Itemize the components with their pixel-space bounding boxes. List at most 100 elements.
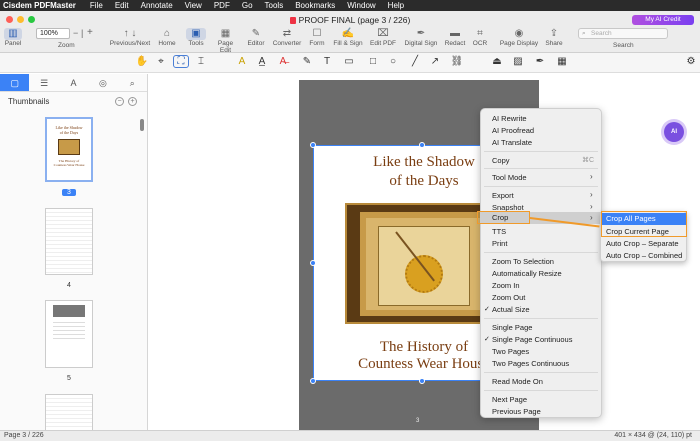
share-button[interactable]: ⇪ Share <box>545 28 563 47</box>
page-display-button[interactable]: ◉ Page Display <box>499 28 539 47</box>
menu-window[interactable]: Window <box>347 1 375 10</box>
pdf-file-icon <box>289 17 296 24</box>
thumbnail-zoom-in-icon[interactable]: + <box>128 97 137 106</box>
image-icon[interactable]: ▨ <box>511 56 525 67</box>
thumbnails-header: Thumbnails − + <box>0 92 147 112</box>
selection-handle-bottom-left[interactable] <box>310 378 316 384</box>
search-input[interactable]: Search <box>578 28 668 39</box>
menu-item-copy[interactable]: Copy <box>492 156 510 165</box>
arrow-icon[interactable]: ↗ <box>428 56 442 67</box>
selection-handle-left[interactable] <box>310 260 316 266</box>
editor-button[interactable]: ✎ Editor <box>246 28 266 47</box>
submenu-chevron-icon: › <box>590 172 593 181</box>
annotations-tab-icon[interactable]: A <box>59 74 88 91</box>
thumbnail-page-5[interactable] <box>45 300 93 368</box>
crop-options-callout <box>601 211 687 237</box>
menu-item-single-page[interactable]: Single Page <box>492 323 532 332</box>
ai-assistant-button[interactable]: AI <box>664 122 684 142</box>
selection-handle-bottom[interactable] <box>419 378 425 384</box>
menu-item-single-page-continuous[interactable]: Single Page Continuous <box>492 335 572 344</box>
digital-sign-button[interactable]: ✒ Digital Sign <box>403 28 439 47</box>
menu-item-ai-rewrite[interactable]: AI Rewrite <box>492 114 527 123</box>
home-button[interactable]: ⌂ Home <box>157 28 177 47</box>
zoom-in-icon[interactable]: + <box>87 27 93 38</box>
menu-annotate[interactable]: Annotate <box>141 1 173 10</box>
menu-item-previous-page[interactable]: Previous Page <box>492 407 541 416</box>
link-icon[interactable]: ⛓ <box>450 56 464 67</box>
underline-icon[interactable]: A̲ <box>255 56 269 67</box>
selection-handle-top[interactable] <box>419 142 425 148</box>
submenu-item-auto-crop-combined[interactable]: Auto Crop – Combined <box>606 251 682 260</box>
copy-shortcut: ⌘C <box>582 157 595 164</box>
rectangle-icon[interactable]: □ <box>366 56 380 67</box>
text-select-icon[interactable]: ⌶ <box>194 56 208 67</box>
menu-pdf[interactable]: PDF <box>214 1 230 10</box>
menu-bookmarks[interactable]: Bookmarks <box>295 1 335 10</box>
outline-tab-icon[interactable]: ☰ <box>29 74 58 91</box>
up-down-arrows-icon: ↑ ↓ <box>123 28 137 39</box>
panel-button[interactable]: ▥ Panel <box>4 28 22 47</box>
highlight-icon[interactable]: A <box>235 56 249 67</box>
search-tab-icon[interactable]: ⌕ <box>118 74 147 91</box>
settings-gear-icon[interactable]: ⚙ <box>684 56 698 67</box>
tools-button[interactable]: ▣ Tools <box>186 28 206 47</box>
sidebar-scrollbar[interactable] <box>140 119 144 131</box>
menu-item-auto-resize[interactable]: Automatically Resize <box>492 269 562 278</box>
menu-item-ai-proofread[interactable]: AI Proofread <box>492 126 534 135</box>
table-icon[interactable]: ▦ <box>555 56 569 67</box>
line-icon[interactable]: ╱ <box>408 56 422 67</box>
menu-item-zoom-in[interactable]: Zoom In <box>492 281 520 290</box>
signature-pen-icon: ✒ <box>416 28 426 39</box>
tools-icon: ▣ <box>186 28 206 40</box>
ocr-button[interactable]: ⌗ OCR <box>472 28 488 47</box>
menu-view[interactable]: View <box>185 1 202 10</box>
menu-go[interactable]: Go <box>242 1 253 10</box>
pen-draw-icon[interactable]: ✎ <box>300 56 314 67</box>
menu-item-tts[interactable]: TTS <box>492 227 506 236</box>
redact-button[interactable]: ▬ Redact <box>444 28 466 47</box>
box-select-icon[interactable]: ⛶ <box>173 55 189 68</box>
lasso-select-icon[interactable]: ⌖ <box>154 56 168 67</box>
menu-item-read-mode[interactable]: Read Mode On <box>492 377 543 386</box>
text-tool-icon[interactable]: T <box>320 56 334 67</box>
menu-help[interactable]: Help <box>388 1 404 10</box>
form-button[interactable]: ☐ Form <box>308 28 326 47</box>
previous-next-button[interactable]: ↑ ↓ Previous/Next <box>108 28 152 47</box>
menu-item-zoom-to-selection[interactable]: Zoom To Selection <box>492 257 554 266</box>
menu-item-two-pages-continuous[interactable]: Two Pages Continuous <box>492 359 569 368</box>
menu-item-export[interactable]: Export <box>492 191 514 200</box>
thumbnail-page-4[interactable] <box>45 208 93 275</box>
menu-edit[interactable]: Edit <box>115 1 129 10</box>
menu-item-print[interactable]: Print <box>492 239 507 248</box>
thumbnails-tab-icon[interactable]: ▢ <box>0 74 30 91</box>
menu-tools[interactable]: Tools <box>265 1 284 10</box>
comment-icon[interactable]: ▭ <box>342 56 356 67</box>
ai-credit-button[interactable]: My AI Credit <box>632 15 694 25</box>
menu-item-actual-size[interactable]: Actual Size <box>492 305 530 314</box>
stamp-icon[interactable]: ⏏ <box>490 56 504 67</box>
circle-icon[interactable]: ○ <box>386 56 400 67</box>
menu-item-ai-translate[interactable]: AI Translate <box>492 138 532 147</box>
zoom-out-icon[interactable]: − <box>73 28 78 38</box>
thumbnail-page-3[interactable]: Like the Shadow of the Days The History o… <box>45 117 93 182</box>
menu-file[interactable]: File <box>90 1 103 10</box>
fill-sign-button[interactable]: ✍ Fill & Sign <box>332 28 364 47</box>
strikethrough-icon[interactable]: A̶ <box>276 56 290 67</box>
hand-tool-icon[interactable]: ✋ <box>135 56 149 67</box>
zoom-select[interactable]: 100% <box>36 28 70 39</box>
converter-button[interactable]: ⇄ Converter <box>272 28 302 47</box>
app-menu[interactable]: Cisdem PDFMaster <box>3 1 76 10</box>
menu-item-two-pages[interactable]: Two Pages <box>492 347 529 356</box>
thumbnail-page-6[interactable] <box>45 394 93 430</box>
thumbnail-zoom-out-icon[interactable]: − <box>115 97 124 106</box>
signature-icon[interactable]: ✒ <box>533 56 547 67</box>
menu-item-tool-mode[interactable]: Tool Mode <box>492 173 527 182</box>
menu-item-next-page[interactable]: Next Page <box>492 395 527 404</box>
page-edit-button[interactable]: ▦ Page Edit <box>212 28 239 54</box>
menu-item-zoom-out[interactable]: Zoom Out <box>492 293 525 302</box>
selection-handle-top-left[interactable] <box>310 142 316 148</box>
attachments-tab-icon[interactable]: ◎ <box>88 74 117 91</box>
submenu-item-auto-crop-separate[interactable]: Auto Crop – Separate <box>606 239 679 248</box>
edit-pdf-icon: ⌧ <box>377 28 389 39</box>
edit-pdf-button[interactable]: ⌧ Edit PDF <box>370 28 396 47</box>
